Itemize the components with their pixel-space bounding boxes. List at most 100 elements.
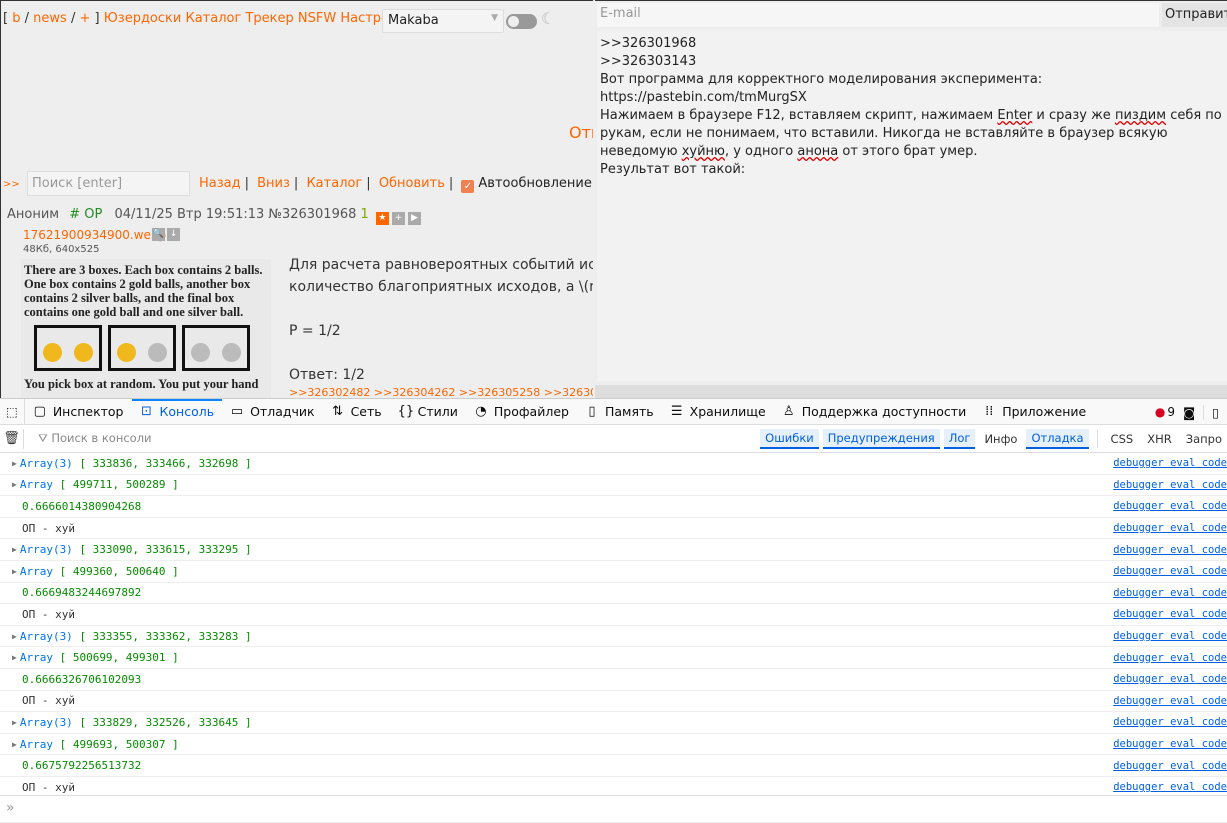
console-row: 0.6669483244697892 debugger eval code	[0, 583, 1227, 605]
array-label[interactable]: Array	[20, 738, 53, 751]
filter-errors[interactable]: Ошибки	[760, 429, 819, 449]
inspector-icon: ▢	[33, 404, 46, 419]
message-textarea[interactable]: >>326301968 >>326303143 Вот программа дл…	[597, 31, 1227, 381]
filter-log[interactable]: Лог	[943, 429, 976, 449]
post-image[interactable]: There are 3 boxes. Each box contains 2 b…	[21, 259, 271, 398]
expand-triangle-icon[interactable]: ▶	[12, 459, 17, 468]
prompt-icon: »	[6, 800, 15, 816]
screenshot-icon[interactable]: ◙	[1183, 405, 1195, 420]
filter-warnings[interactable]: Предупреждения	[822, 429, 940, 449]
console-row: ▶ Array [ 499711, 500289 ] debugger eval c…	[0, 475, 1227, 497]
array-label[interactable]: Array(3)	[20, 457, 73, 470]
array-label[interactable]: Array	[20, 565, 53, 578]
source-link[interactable]: debugger eval code	[1113, 760, 1227, 772]
expand-triangle-icon[interactable]: ▶	[12, 632, 17, 641]
expand-triangle-icon[interactable]: ▶	[12, 740, 17, 749]
console-row: ▶ Array [ 499693, 500307 ] debugger eval c…	[0, 734, 1227, 756]
board-link-plus[interactable]: +	[79, 11, 90, 26]
source-link[interactable]: debugger eval code	[1113, 500, 1227, 512]
source-link[interactable]: debugger eval code	[1113, 544, 1227, 556]
tab-profiler[interactable]: ◔ Профайлер	[466, 399, 577, 425]
trash-icon[interactable]: 🗑	[0, 428, 24, 449]
file-link[interactable]: 17621900934900.webp	[23, 228, 166, 242]
source-link[interactable]: debugger eval code	[1113, 608, 1227, 620]
array-label[interactable]: Array	[20, 478, 53, 491]
tab-console[interactable]: ⊡ Консоль	[131, 398, 223, 425]
array-label[interactable]: Array(3)	[20, 543, 73, 556]
nav-nsfw[interactable]: NSFW	[298, 11, 336, 26]
expand-triangle-icon[interactable]: ▶	[12, 567, 17, 576]
reply-link[interactable]: Отв	[569, 123, 593, 142]
tab-debugger[interactable]: ▭ Отладчик	[222, 399, 322, 425]
post-line: количество благоприятных исходов, а \(n\…	[289, 279, 593, 295]
link-back[interactable]: Назад	[199, 176, 241, 191]
console-row: 0.6675792256513732 debugger eval code	[0, 755, 1227, 777]
filter-requests[interactable]: Запро	[1181, 430, 1227, 448]
style-select[interactable]: Makaba ▼	[382, 9, 504, 33]
filter-info[interactable]: Инфо	[979, 430, 1022, 448]
format-toolbar[interactable]	[595, 385, 1227, 399]
source-link[interactable]: debugger eval code	[1113, 652, 1227, 664]
source-link[interactable]: debugger eval code	[1113, 716, 1227, 728]
console-filter-input[interactable]: ⛛ Поиск в консоли	[38, 431, 152, 446]
source-link[interactable]: debugger eval code	[1113, 522, 1227, 534]
source-link[interactable]: debugger eval code	[1113, 587, 1227, 599]
responsive-mode-icon[interactable]: ▯	[1203, 404, 1219, 420]
post-line: P = 1/2	[289, 323, 341, 339]
expand-triangle-icon[interactable]: ▶	[12, 545, 17, 554]
expand-triangle-icon[interactable]: ▶	[12, 718, 17, 727]
array-values: [ 499360, 500640 ]	[59, 564, 179, 578]
theme-toggle[interactable]	[506, 14, 537, 29]
source-link[interactable]: debugger eval code	[1113, 457, 1227, 469]
link-refresh[interactable]: Обновить	[379, 176, 445, 191]
tab-accessibility[interactable]: ♙ Поддержка доступности	[774, 399, 975, 425]
source-link[interactable]: debugger eval code	[1113, 479, 1227, 491]
filter-css[interactable]: CSS	[1106, 430, 1139, 448]
style-select-value: Makaba	[388, 13, 439, 28]
board-link-news[interactable]: news	[33, 11, 67, 26]
tab-inspector[interactable]: ▢ Инспектор	[25, 399, 132, 425]
source-link[interactable]: debugger eval code	[1113, 630, 1227, 642]
image-text: You pick box at random. You put your han…	[24, 377, 259, 391]
board-link-b[interactable]: b	[12, 11, 20, 26]
tab-application[interactable]: ⁞⁞ Приложение	[974, 399, 1094, 425]
source-link[interactable]: debugger eval code	[1113, 673, 1227, 685]
post-number[interactable]: №326301968	[268, 207, 356, 222]
array-label[interactable]: Array(3)	[20, 716, 73, 729]
array-label[interactable]: Array	[20, 651, 53, 664]
star-icon[interactable]: ★	[375, 212, 389, 225]
array-label[interactable]: Array(3)	[20, 630, 73, 643]
source-link[interactable]: debugger eval code	[1113, 565, 1227, 577]
expand-triangle-icon[interactable]: ▶	[12, 480, 17, 489]
tab-memory[interactable]: ▯ Память	[577, 399, 662, 425]
send-button[interactable]: Отправит	[1162, 3, 1227, 27]
download-icon[interactable]: ↓	[167, 228, 180, 241]
search-image-icon[interactable]: 🔍	[152, 228, 165, 241]
log-text: ОП - хуй	[22, 521, 75, 535]
source-link[interactable]: debugger eval code	[1113, 781, 1227, 793]
nav-tracker[interactable]: Трекер	[245, 11, 293, 26]
tab-storage[interactable]: ☰ Хранилище	[662, 399, 774, 425]
array-values: [ 499693, 500307 ]	[59, 737, 179, 751]
play-icon[interactable]: ▶	[407, 212, 421, 225]
nav-catalog[interactable]: Каталог	[185, 11, 241, 26]
tab-styles[interactable]: {} Стили	[390, 399, 466, 425]
element-picker-button[interactable]: ⬚	[0, 398, 25, 425]
autoupdate-checkbox[interactable]: ✓	[461, 180, 475, 193]
filter-debug[interactable]: Отладка	[1026, 429, 1089, 449]
source-link[interactable]: debugger eval code	[1113, 738, 1227, 750]
search-input[interactable]: Поиск [enter]	[27, 171, 190, 196]
expand-triangle-icon[interactable]: ▶	[12, 653, 17, 662]
link-down[interactable]: Вниз	[257, 176, 290, 191]
link-catalog[interactable]: Каталог	[306, 176, 362, 191]
nav-userboards[interactable]: Юзердоски	[104, 11, 182, 26]
error-count[interactable]: 9	[1167, 405, 1175, 419]
email-input[interactable]: E-mail	[597, 3, 1159, 27]
source-link[interactable]: debugger eval code	[1113, 695, 1227, 707]
hide-icon[interactable]: +	[391, 212, 405, 225]
error-icon[interactable]: ●	[1155, 405, 1165, 419]
filter-xhr[interactable]: XHR	[1142, 430, 1177, 448]
reply-links[interactable]: >>326302482 >>326304262 >>326305258 >>32…	[289, 386, 593, 398]
tab-network[interactable]: ⇅ Сеть	[323, 399, 390, 425]
console-input[interactable]: »	[0, 795, 1227, 823]
